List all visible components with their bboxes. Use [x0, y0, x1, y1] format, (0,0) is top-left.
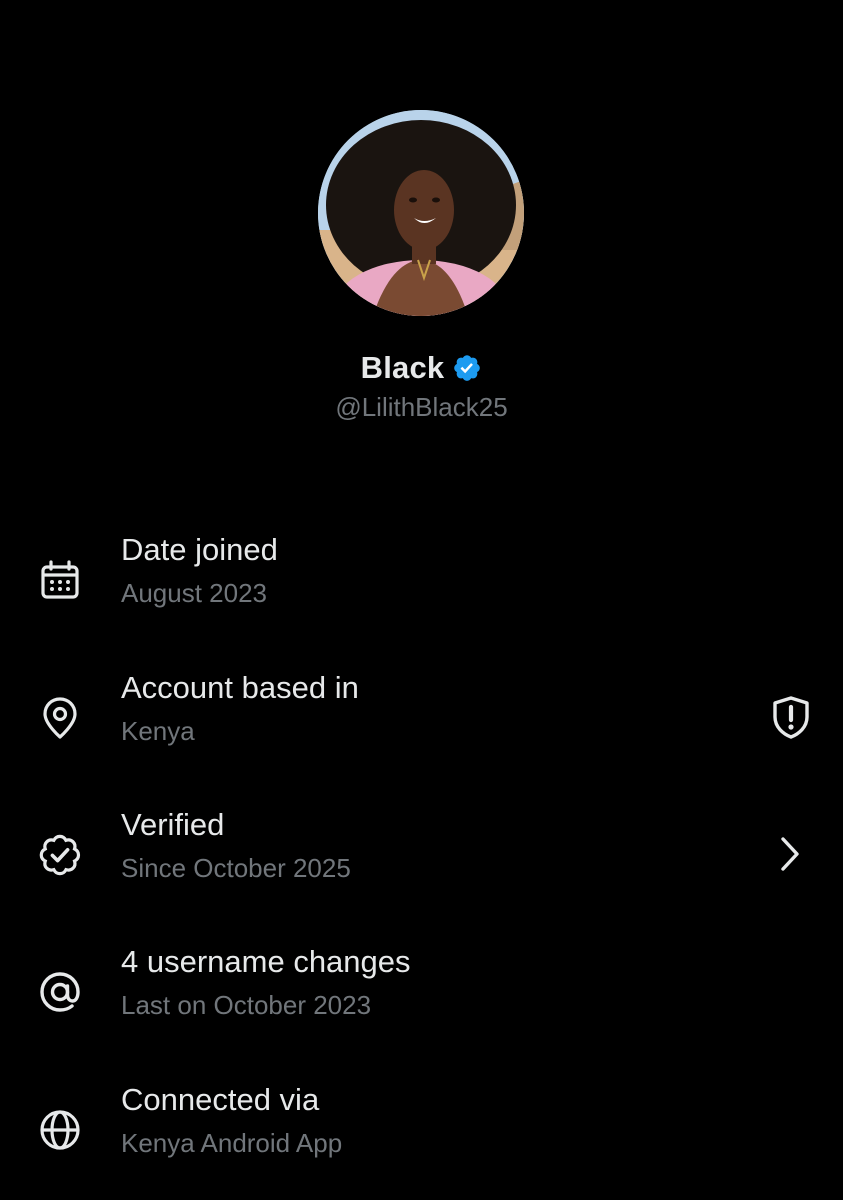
row-verified[interactable]: Verified Since October 2025 [0, 803, 843, 903]
location-pin-icon [36, 694, 84, 742]
row-title: Verified [121, 807, 225, 842]
row-username-changes: 4 username changes Last on October 2023 [0, 940, 843, 1040]
row-title: Connected via [121, 1082, 320, 1117]
at-sign-icon [36, 968, 84, 1016]
calendar-icon [36, 556, 84, 604]
chevron-right-icon[interactable] [766, 829, 816, 879]
shield-alert-icon[interactable] [766, 692, 816, 742]
row-connected-via: Connected via Kenya Android App [0, 1078, 843, 1178]
row-title: 4 username changes [121, 944, 411, 979]
verified-check-icon [36, 831, 84, 879]
avatar-image [318, 110, 524, 316]
display-name: Black [360, 350, 445, 385]
name-row: Black [0, 350, 843, 386]
row-subtitle: Last on October 2023 [121, 990, 372, 1020]
row-subtitle: August 2023 [121, 578, 268, 608]
verified-badge-icon[interactable] [452, 353, 482, 383]
row-title: Date joined [121, 532, 278, 567]
row-subtitle: Kenya [121, 716, 195, 746]
user-handle: @LilithBlack25 [335, 392, 508, 422]
row-subtitle: Kenya Android App [121, 1128, 343, 1158]
globe-icon [36, 1106, 84, 1154]
row-account-based-in: Account based in Kenya [0, 666, 843, 766]
row-subtitle: Since October 2025 [121, 853, 351, 883]
avatar[interactable] [318, 110, 524, 316]
row-date-joined: Date joined August 2023 [0, 528, 843, 628]
row-title: Account based in [121, 670, 359, 705]
